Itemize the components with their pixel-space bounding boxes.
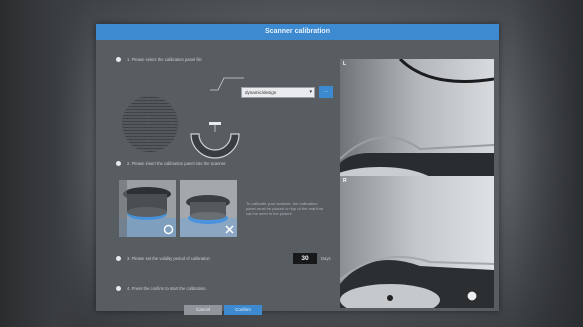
step-2: 2. Please insert the calibration panel i… — [116, 161, 226, 166]
scan-view-right: R — [340, 176, 494, 308]
step-3-label: 3. Please set the validity period of cal… — [127, 256, 210, 261]
confirm-button[interactable]: Confirm — [224, 305, 262, 315]
step-2-bullet-icon — [116, 161, 121, 166]
panel-file-selected: dynamic/design — [245, 90, 277, 95]
correct-placement-photo — [119, 180, 176, 237]
scan-view-left-label: L — [343, 61, 347, 67]
step-1: 1. Please select the calibration panel f… — [116, 57, 202, 62]
panel-file-select[interactable]: dynamic/design ▾ — [241, 87, 315, 98]
step-3: 3. Please set the validity period of cal… — [116, 256, 210, 261]
step-1-bullet-icon — [116, 57, 121, 62]
chevron-down-icon: ▾ — [309, 89, 312, 95]
scan-view-right-image — [340, 176, 494, 308]
x-icon — [225, 225, 234, 234]
dialog-title: Scanner calibration — [96, 24, 499, 40]
wrong-placement-photo — [180, 180, 237, 237]
background-shade-left — [0, 0, 90, 327]
cancel-button[interactable]: Cancel — [184, 305, 222, 315]
step-1-label: 1. Please select the calibration panel f… — [127, 57, 202, 62]
step-2-label: 2. Please insert the calibration panel i… — [127, 161, 227, 166]
placement-hint: To calibrate your scanner, the calibrati… — [246, 201, 323, 216]
step-4: 4. Press the confirm to start the calibr… — [116, 286, 207, 291]
background-shade-right — [513, 0, 583, 327]
step-4-label: 4. Press the confirm to start the calibr… — [127, 286, 207, 291]
scan-view-right-label: R — [343, 178, 347, 184]
validity-days-input[interactable]: 30 — [293, 253, 317, 264]
calibration-panel-preview — [122, 96, 178, 152]
connector-line — [210, 77, 244, 91]
calibration-panel-shape-icon — [190, 122, 240, 159]
check-circle-icon — [163, 224, 174, 235]
calibration-steps-panel: 1. Please select the calibration panel f… — [96, 40, 340, 315]
scanner-calibration-dialog: Scanner calibration 1. Please select the… — [96, 24, 499, 315]
browse-button[interactable]: ... — [319, 86, 333, 98]
step-3-bullet-icon — [116, 256, 121, 261]
step-4-bullet-icon — [116, 286, 121, 291]
validity-days-unit: Days — [321, 256, 331, 261]
